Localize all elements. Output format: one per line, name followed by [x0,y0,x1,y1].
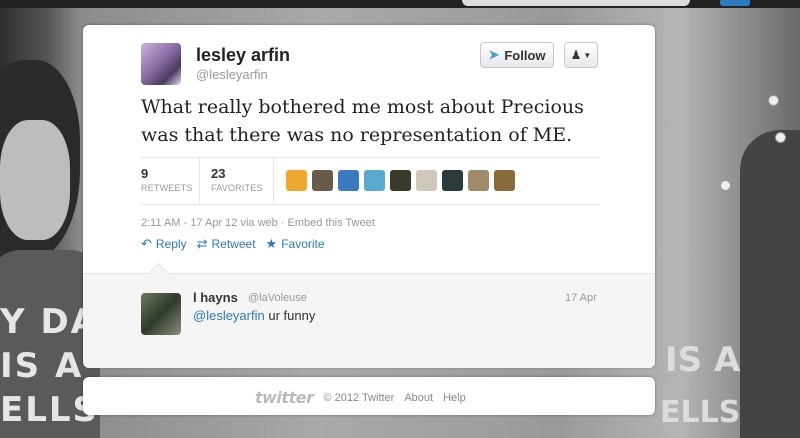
top-navigation-bar [0,0,800,8]
tweet-actions: ↶ Reply ⇄ Retweet ★ Favorite [141,236,325,252]
favoriter-avatar[interactable] [390,170,411,191]
retweet-icon: ⇄ [196,236,208,251]
reply-mention[interactable]: @lesleyarfin [193,308,265,323]
footer: twitter © 2012 Twitter About Help [83,377,655,415]
bird-icon: ➤ [488,47,500,62]
retweet-action-label: Retweet [211,237,256,251]
twitter-logo[interactable]: twitter [255,388,314,407]
retweet-count: 9 [141,166,149,181]
divider [199,158,200,204]
retweet-button[interactable]: ⇄ Retweet [197,236,256,252]
favoriter-avatar[interactable] [286,170,307,191]
compose-button[interactable] [720,0,750,6]
user-actions-dropdown[interactable]: ♟ ▼ [564,42,598,68]
retweets-stat[interactable]: 9 RETWEETS [141,166,193,193]
reply-label: Reply [155,237,187,251]
reply-icon: ↶ [141,236,152,251]
tweet-card: lesley arfin @lesleyarfin ➤ Follow ♟ ▼ W… [83,25,655,368]
star-icon: ★ [265,236,278,251]
favorite-count: 23 [211,166,226,181]
tweet-text: What really bothered me most about Preci… [141,96,584,146]
reply-text: @lesleyarfin ur funny [193,308,315,323]
reply-avatar[interactable] [141,293,181,335]
favoriter-avatar[interactable] [312,170,333,191]
reply-user-handle[interactable]: @laVoleuse [248,292,307,304]
favorites-stat[interactable]: 23 FAVORITES [211,166,263,193]
reply-user-name[interactable]: l hayns [193,290,238,305]
reply-date[interactable]: 17 Apr [565,292,597,304]
favoriter-avatar[interactable] [338,170,359,191]
tweet-stats: 9 RETWEETS 23 FAVORITES [141,157,599,205]
favoriter-avatars [286,170,515,191]
avatar[interactable] [141,43,181,85]
reply-body: ur funny [264,308,316,323]
follow-button[interactable]: ➤ Follow [480,42,554,68]
favoriter-avatar[interactable] [468,170,489,191]
retweet-label: RETWEETS [141,183,193,193]
copyright: © 2012 Twitter [323,391,395,404]
user-name[interactable]: lesley arfin [196,45,290,66]
person-icon: ♟ [570,48,582,62]
search-box[interactable] [462,0,690,6]
favorite-button[interactable]: ★ Favorite [266,236,325,252]
user-handle[interactable]: @lesleyarfin [196,67,268,82]
chevron-down-icon: ▼ [583,50,592,60]
reply-section: l hayns @laVoleuse 17 Apr @lesleyarfin u… [83,262,655,368]
help-link[interactable]: Help [443,392,466,404]
favoriter-avatar[interactable] [364,170,385,191]
favoriter-avatar[interactable] [442,170,463,191]
reply-notch [147,262,170,285]
tweet-meta[interactable]: 2:11 AM - 17 Apr 12 via web · Embed this… [141,217,375,229]
favoriter-avatar[interactable] [416,170,437,191]
about-link[interactable]: About [404,392,433,404]
favorite-label: FAVORITES [211,183,263,193]
follow-label: Follow [504,47,546,63]
favorite-action-label: Favorite [281,237,325,251]
divider [273,158,274,204]
favoriter-avatar[interactable] [494,170,515,191]
reply-button[interactable]: ↶ Reply [141,236,187,252]
